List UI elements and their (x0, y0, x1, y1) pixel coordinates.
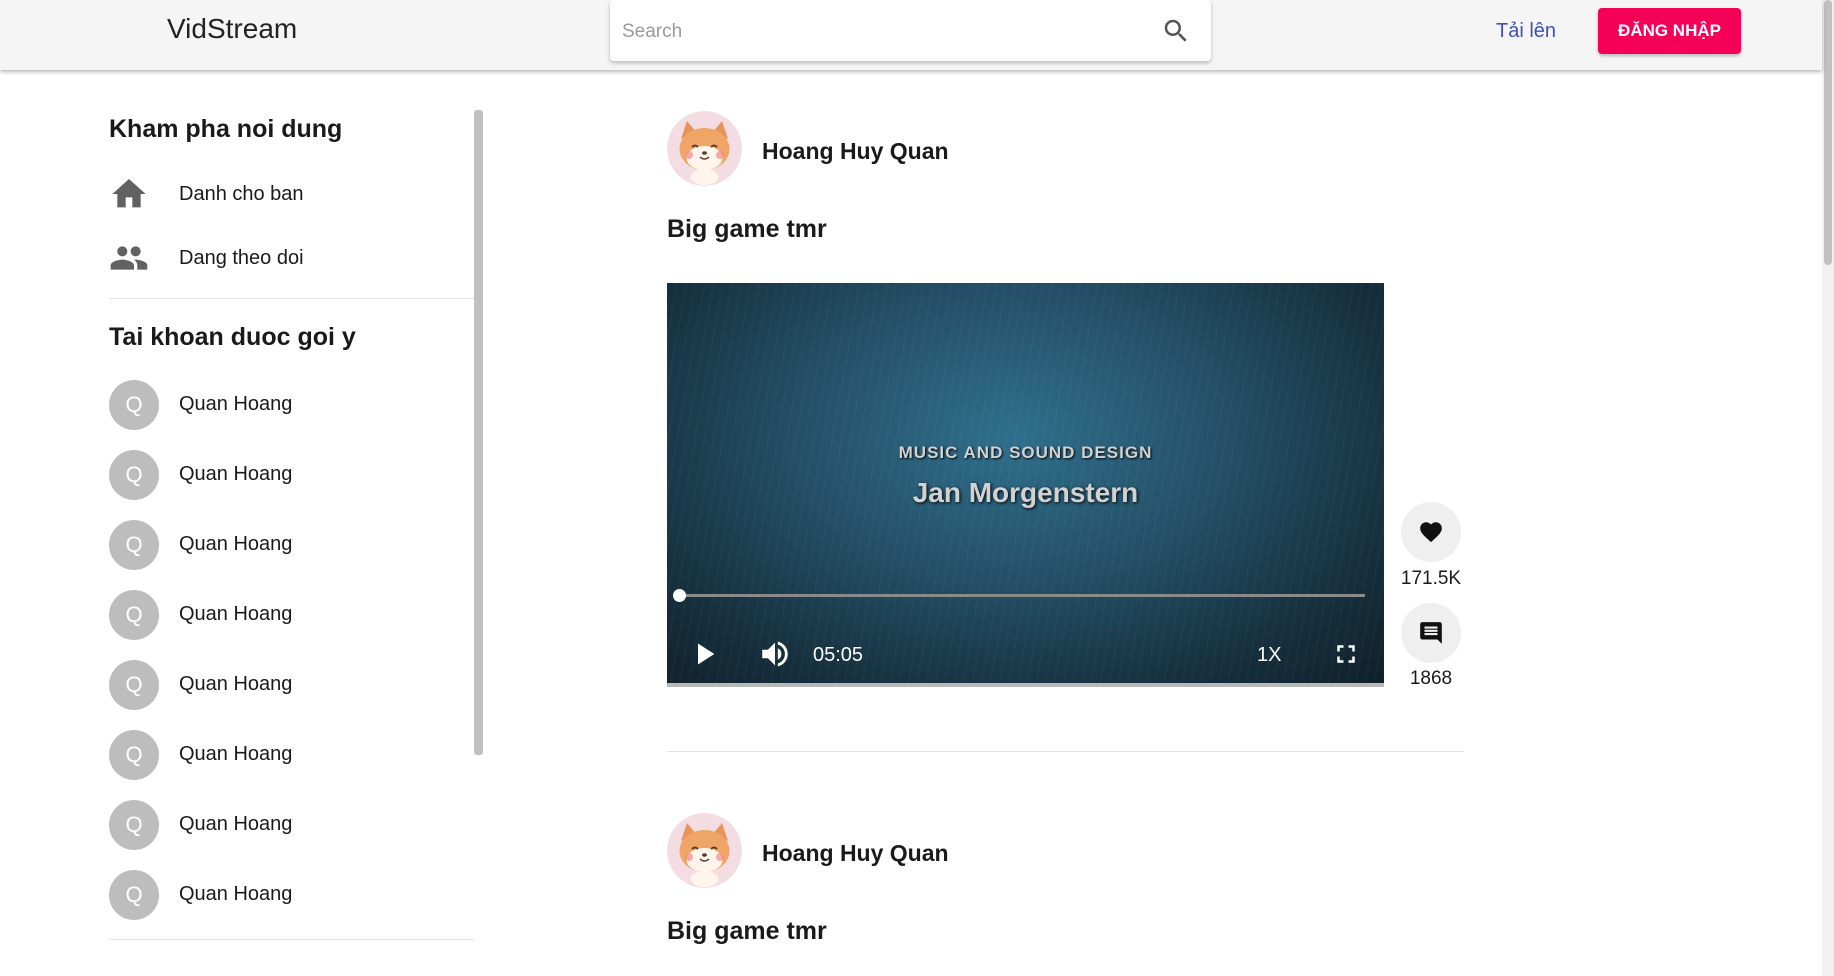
search-icon[interactable] (1161, 16, 1191, 46)
sidebar-item-following[interactable]: Dang theo doi (109, 238, 304, 278)
avatar: Q (109, 520, 159, 570)
discover-heading: Kham pha noi dung (109, 115, 343, 143)
video-buffer-bar (667, 683, 1384, 687)
suggested-account[interactable]: Q Quan Hoang (109, 520, 474, 570)
post-caption: Big game tmr (667, 215, 827, 243)
suggested-accounts-heading: Tai khoan duoc goi y (109, 323, 356, 351)
search-box (610, 0, 1211, 63)
avatar: Q (109, 730, 159, 780)
fullscreen-icon[interactable] (1331, 639, 1361, 669)
sidebar-divider (109, 298, 474, 299)
shiba-dog-avatar-icon (667, 111, 742, 186)
sidebar-item-label: Danh cho ban (179, 182, 304, 205)
post-caption: Big game tmr (667, 917, 827, 945)
page-scrollbar-thumb[interactable] (1824, 0, 1832, 265)
sidebar-divider (109, 939, 474, 940)
suggested-account[interactable]: Q Quan Hoang (109, 800, 474, 850)
upload-link[interactable]: Tải lên (1496, 20, 1556, 43)
like-count: 171.5K (1400, 568, 1462, 589)
top-app-bar: VidStream Tải lên ĐĂNG NHẬP (0, 0, 1822, 70)
seek-thumb[interactable] (673, 589, 686, 602)
video-player[interactable]: MUSIC AND SOUND DESIGN Jan Morgenstern 0… (667, 283, 1384, 687)
avatar: Q (109, 450, 159, 500)
comment-icon (1420, 622, 1442, 644)
comment-button[interactable] (1401, 603, 1461, 663)
suggested-account[interactable]: Q Quan Hoang (109, 590, 474, 640)
play-icon[interactable] (691, 639, 719, 669)
account-name: Quan Hoang (179, 813, 293, 835)
author-name[interactable]: Hoang Huy Quan (762, 138, 949, 165)
suggested-account[interactable]: Q Quan Hoang (109, 870, 474, 920)
people-icon (110, 246, 148, 270)
account-name: Quan Hoang (179, 463, 293, 485)
account-name: Quan Hoang (179, 673, 293, 695)
suggested-account[interactable]: Q Quan Hoang (109, 380, 474, 430)
sidebar-item-for-you[interactable]: Danh cho ban (109, 174, 304, 214)
suggested-account[interactable]: Q Quan Hoang (109, 730, 474, 780)
sidebar-item-label: Dang theo doi (179, 246, 304, 269)
seek-bar[interactable] (673, 589, 1365, 602)
author-avatar[interactable] (667, 813, 742, 888)
account-name: Quan Hoang (179, 393, 293, 415)
avatar: Q (109, 590, 159, 640)
account-name: Quan Hoang (179, 743, 293, 765)
heart-icon (1420, 522, 1442, 543)
avatar: Q (109, 660, 159, 710)
search-input[interactable] (620, 0, 1144, 63)
volume-icon[interactable] (757, 637, 793, 671)
video-overlay-subtitle: MUSIC AND SOUND DESIGN (898, 443, 1153, 462)
video-overlay-title: Jan Morgenstern (912, 477, 1139, 508)
app-logo[interactable]: VidStream (167, 13, 297, 45)
video-time: 05:05 (813, 644, 864, 666)
post-divider (667, 751, 1464, 752)
author-avatar[interactable] (667, 111, 742, 186)
avatar: Q (109, 380, 159, 430)
avatar: Q (109, 870, 159, 920)
account-name: Quan Hoang (179, 603, 293, 625)
like-button[interactable] (1401, 502, 1461, 562)
page-scrollbar[interactable] (1822, 0, 1834, 976)
suggested-account[interactable]: Q Quan Hoang (109, 660, 474, 710)
author-name[interactable]: Hoang Huy Quan (762, 840, 949, 867)
avatar: Q (109, 800, 159, 850)
home-icon (112, 179, 146, 208)
account-name: Quan Hoang (179, 533, 293, 555)
account-name: Quan Hoang (179, 883, 293, 905)
comment-count: 1868 (1409, 668, 1453, 689)
login-button[interactable]: ĐĂNG NHẬP (1598, 8, 1741, 54)
suggested-account[interactable]: Q Quan Hoang (109, 450, 474, 500)
shiba-dog-avatar-icon (667, 813, 742, 888)
playback-speed-button[interactable]: 1X (1257, 644, 1281, 667)
sidebar-scrollbar[interactable] (474, 110, 483, 755)
